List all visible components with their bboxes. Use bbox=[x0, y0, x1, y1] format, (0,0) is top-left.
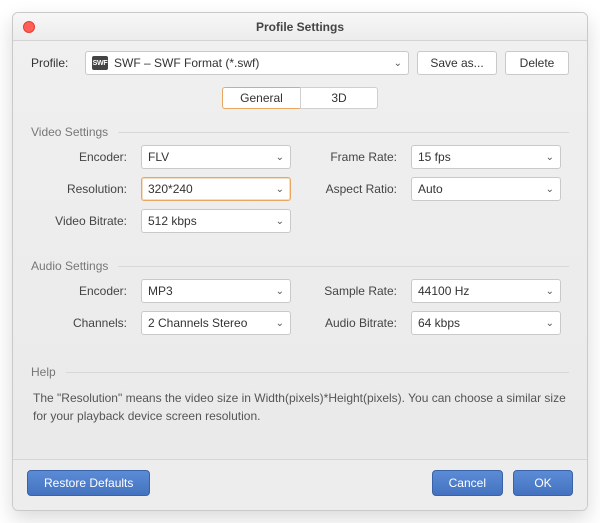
audio-encoder-select[interactable]: MP3 ⌄ bbox=[141, 279, 291, 303]
audio-bitrate-value: 64 kbps bbox=[418, 316, 460, 330]
save-as-button[interactable]: Save as... bbox=[417, 51, 497, 75]
delete-button[interactable]: Delete bbox=[505, 51, 569, 75]
swf-icon: SWF bbox=[92, 56, 108, 70]
resolution-label: Resolution: bbox=[35, 182, 127, 196]
profile-select-value: SWF – SWF Format (*.swf) bbox=[114, 56, 259, 70]
aspect-ratio-label: Aspect Ratio: bbox=[305, 182, 397, 196]
tab-3d[interactable]: 3D bbox=[300, 87, 378, 109]
close-icon[interactable] bbox=[23, 21, 35, 33]
profile-label: Profile: bbox=[31, 56, 77, 70]
video-bitrate-label: Video Bitrate: bbox=[35, 214, 127, 228]
video-bitrate-value: 512 kbps bbox=[148, 214, 197, 228]
sample-rate-select[interactable]: 44100 Hz ⌄ bbox=[411, 279, 561, 303]
chevron-down-icon: ⌄ bbox=[276, 286, 284, 297]
chevron-down-icon: ⌄ bbox=[276, 318, 284, 329]
chevron-down-icon: ⌄ bbox=[546, 318, 554, 329]
chevron-down-icon: ⌄ bbox=[546, 152, 554, 163]
restore-defaults-button[interactable]: Restore Defaults bbox=[27, 470, 150, 496]
frame-rate-label: Frame Rate: bbox=[305, 150, 397, 164]
window-title: Profile Settings bbox=[256, 20, 344, 34]
audio-bitrate-label: Audio Bitrate: bbox=[305, 316, 397, 330]
video-encoder-select[interactable]: FLV ⌄ bbox=[141, 145, 291, 169]
aspect-ratio-value: Auto bbox=[418, 182, 443, 196]
video-settings-group-label: Video Settings bbox=[31, 125, 569, 139]
channels-select[interactable]: 2 Channels Stereo ⌄ bbox=[141, 311, 291, 335]
cancel-button[interactable]: Cancel bbox=[432, 470, 503, 496]
chevron-down-icon: ⌄ bbox=[546, 286, 554, 297]
audio-encoder-label: Encoder: bbox=[35, 284, 127, 298]
frame-rate-select[interactable]: 15 fps ⌄ bbox=[411, 145, 561, 169]
tab-general[interactable]: General bbox=[222, 87, 300, 109]
profile-select[interactable]: SWF SWF – SWF Format (*.swf) ⌄ bbox=[85, 51, 409, 75]
profile-settings-window: Profile Settings Profile: SWF SWF – SWF … bbox=[12, 12, 588, 511]
chevron-down-icon: ⌄ bbox=[276, 216, 284, 227]
help-group-label: Help bbox=[31, 365, 569, 379]
video-bitrate-select[interactable]: 512 kbps ⌄ bbox=[141, 209, 291, 233]
ok-button[interactable]: OK bbox=[513, 470, 573, 496]
help-text: The "Resolution" means the video size in… bbox=[31, 385, 569, 445]
sample-rate-label: Sample Rate: bbox=[305, 284, 397, 298]
resolution-select[interactable]: 320*240 ⌄ bbox=[141, 177, 291, 201]
chevron-down-icon: ⌄ bbox=[276, 152, 284, 163]
aspect-ratio-select[interactable]: Auto ⌄ bbox=[411, 177, 561, 201]
tabs: General 3D bbox=[31, 87, 569, 109]
audio-bitrate-select[interactable]: 64 kbps ⌄ bbox=[411, 311, 561, 335]
audio-encoder-value: MP3 bbox=[148, 284, 173, 298]
channels-value: 2 Channels Stereo bbox=[148, 316, 247, 330]
chevron-down-icon: ⌄ bbox=[546, 184, 554, 195]
chevron-down-icon: ⌄ bbox=[276, 184, 284, 195]
resolution-value: 320*240 bbox=[148, 182, 193, 196]
video-encoder-label: Encoder: bbox=[35, 150, 127, 164]
frame-rate-value: 15 fps bbox=[418, 150, 451, 164]
titlebar: Profile Settings bbox=[13, 13, 587, 41]
channels-label: Channels: bbox=[35, 316, 127, 330]
chevron-down-icon: ⌄ bbox=[394, 58, 402, 69]
audio-settings-group-label: Audio Settings bbox=[31, 259, 569, 273]
video-encoder-value: FLV bbox=[148, 150, 169, 164]
sample-rate-value: 44100 Hz bbox=[418, 284, 469, 298]
